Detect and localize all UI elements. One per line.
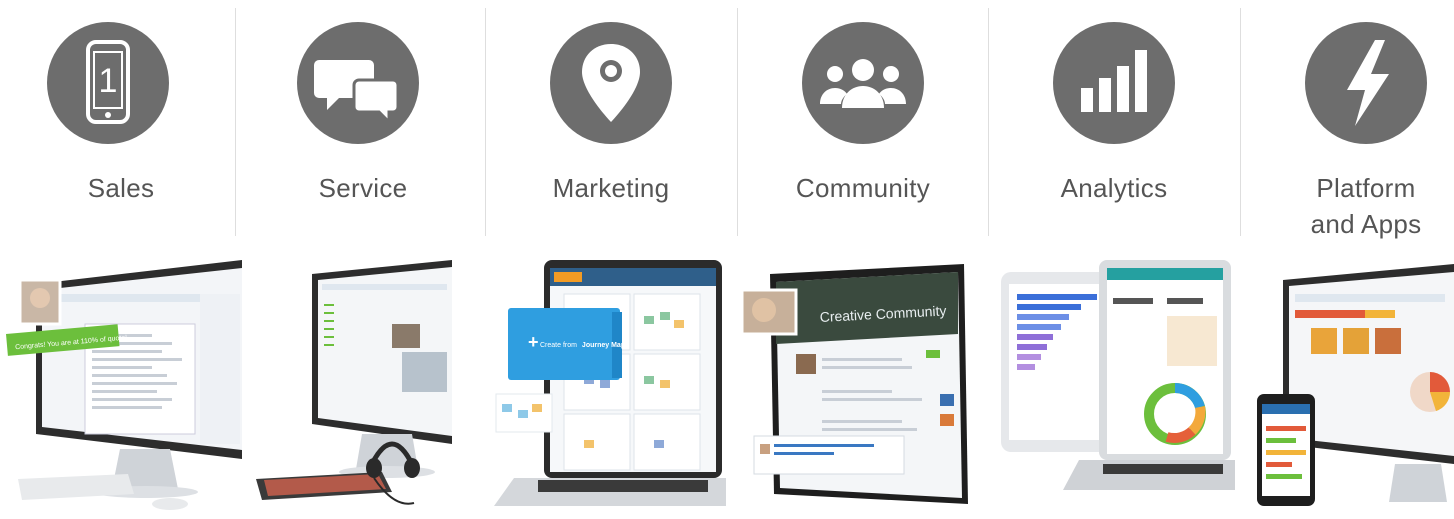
product-platform[interactable]: Platform and Apps — [1245, 0, 1454, 519]
map-pin-icon[interactable] — [550, 22, 672, 144]
column-divider — [737, 8, 738, 236]
bar-chart-icon[interactable] — [1053, 22, 1175, 144]
label-platform-line1: Platform — [1316, 173, 1416, 203]
column-divider — [485, 8, 486, 236]
sales-screenshot: Congrats! You are at 110% of quota! — [0, 254, 242, 519]
svg-text:Create from Journey: Create from Journey Map — [540, 342, 625, 349]
cta-bold: Journey Map — [582, 342, 625, 349]
column-divider — [1240, 8, 1241, 236]
lightning-bolt-icon[interactable] — [1305, 22, 1427, 144]
cta-prefix: Create from — [540, 342, 577, 349]
column-divider — [988, 8, 989, 236]
label-service: Service — [318, 173, 408, 203]
label-marketing: Marketing — [552, 173, 670, 203]
label-community: Community — [795, 173, 931, 203]
mobile-phone-icon[interactable]: 1 — [47, 22, 169, 144]
product-marketing[interactable]: Marketing + Create from Journey Map — [490, 0, 732, 519]
people-group-icon[interactable] — [802, 22, 924, 144]
label-sales: Sales — [87, 173, 155, 203]
product-strip: 1 Sales Congrats! You are at 110% of quo… — [0, 0, 1454, 519]
product-analytics[interactable]: Analytics — [993, 0, 1235, 519]
label-analytics: Analytics — [1060, 173, 1168, 203]
analytics-screenshot — [993, 254, 1235, 519]
product-service[interactable]: Service — [242, 0, 484, 519]
service-screenshot — [242, 254, 484, 519]
community-screenshot: Creative Community — [736, 254, 978, 519]
chat-bubbles-icon[interactable] — [297, 22, 419, 144]
label-platform-line2: and Apps — [1310, 209, 1422, 239]
label-platform: Platform and Apps — [1245, 170, 1454, 242]
product-sales[interactable]: 1 Sales Congrats! You are at 110% of quo… — [0, 0, 242, 519]
platform-screenshot — [1245, 254, 1454, 519]
product-community[interactable]: Community Creative Community — [740, 0, 984, 519]
phone-glyph: 1 — [99, 62, 118, 100]
marketing-screenshot: + Create from Journey Map — [484, 254, 726, 519]
svg-text:+: + — [528, 332, 539, 352]
column-divider — [235, 8, 236, 236]
